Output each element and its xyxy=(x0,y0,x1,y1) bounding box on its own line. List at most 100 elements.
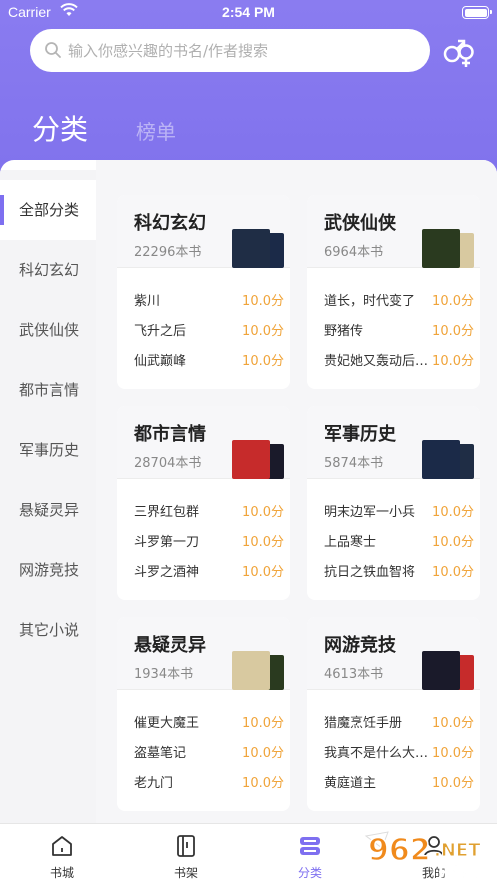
sidebar-item-label: 全部分类 xyxy=(19,201,80,219)
book-title: 三界红包群 xyxy=(134,505,200,520)
sidebar-item-urban[interactable]: 都市言情 xyxy=(0,360,96,420)
category-card[interactable]: 悬疑灵异 1934本书 催更大魔王 10.0分 盗墓笔记 10.0分 老九门 10.0分 xyxy=(117,617,290,811)
category-name: 武侠仙侠 xyxy=(324,213,396,234)
book-title: 斗罗第一刀 xyxy=(134,535,200,550)
book-cover-front xyxy=(232,440,270,479)
tabbar-item-bookstore[interactable]: 书城 xyxy=(22,824,102,883)
book-title: 贵妃她又轰动后宫了 xyxy=(324,354,434,369)
book-score: 10.0分 xyxy=(432,716,474,731)
sidebar-item-label: 网游竞技 xyxy=(19,561,80,579)
category-name: 网游竞技 xyxy=(324,635,396,656)
book-score: 10.0分 xyxy=(242,776,284,791)
book-title: 紫川 xyxy=(134,294,161,309)
site-watermark: 962 .NET 乐游网 xyxy=(360,828,497,883)
sidebar-item-label: 武侠仙侠 xyxy=(19,321,80,339)
book-score: 10.0分 xyxy=(242,294,284,309)
book-title: 野猪传 xyxy=(324,324,364,339)
book-covers xyxy=(422,440,478,479)
book-score: 10.0分 xyxy=(432,505,474,520)
sidebar-item-wuxia[interactable]: 武侠仙侠 xyxy=(0,300,96,360)
book-covers xyxy=(232,229,288,268)
sidebar-item-label: 其它小说 xyxy=(19,621,80,639)
tabbar-label: 分类 xyxy=(297,866,322,880)
book-title: 斗罗之酒神 xyxy=(134,565,200,580)
clock: 2:54 PM xyxy=(222,4,275,20)
book-title: 我真不是什么大魔王 xyxy=(324,746,434,761)
book-row[interactable]: 明末边军一小兵 10.0分 xyxy=(324,494,474,524)
book-title: 黄庭道主 xyxy=(324,776,377,791)
sidebar-item-all[interactable]: 全部分类 xyxy=(0,180,96,240)
book-score: 10.0分 xyxy=(242,565,284,580)
category-card-header: 都市言情 28704本书 xyxy=(117,406,290,479)
book-score: 10.0分 xyxy=(432,565,474,580)
book-title: 盗墓笔记 xyxy=(134,746,187,761)
top-tabs: 分类 榜单 xyxy=(0,100,497,160)
category-card[interactable]: 都市言情 28704本书 三界红包群 10.0分 斗罗第一刀 10.0分 斗罗之酒神 10.0… xyxy=(117,406,290,600)
book-row[interactable]: 野猪传 10.0分 xyxy=(324,313,474,343)
book-row[interactable]: 仙武巅峰 10.0分 xyxy=(134,343,284,373)
book-title: 猎魔烹饪手册 xyxy=(324,716,403,731)
book-score: 10.0分 xyxy=(432,354,474,369)
book-covers xyxy=(422,229,478,268)
search-input[interactable] xyxy=(68,29,418,72)
sidebar-item-label: 悬疑灵异 xyxy=(19,501,80,519)
category-card-header: 武侠仙侠 6964本书 xyxy=(307,195,480,268)
book-row[interactable]: 老九门 10.0分 xyxy=(134,765,284,795)
tab-category[interactable]: 分类 xyxy=(32,108,88,148)
category-card[interactable]: 网游竞技 4613本书 猎魔烹饪手册 10.0分 我真不是什么大魔王 10.0分 黄庭道主 1… xyxy=(307,617,480,811)
category-name: 军事历史 xyxy=(324,424,396,445)
category-name: 科幻玄幻 xyxy=(134,213,206,234)
category-card[interactable]: 军事历史 5874本书 明末边军一小兵 10.0分 上品寒士 10.0分 抗日之铁血智将 10… xyxy=(307,406,480,600)
category-book-count: 6964本书 xyxy=(324,245,384,260)
tabbar-item-category[interactable]: 分类 xyxy=(270,824,350,883)
book-score: 10.0分 xyxy=(432,324,474,339)
book-row[interactable]: 猎魔烹饪手册 10.0分 xyxy=(324,705,474,735)
search-bar[interactable] xyxy=(30,29,430,72)
sidebar-item-military[interactable]: 军事历史 xyxy=(0,420,96,480)
sidebar-item-label: 军事历史 xyxy=(19,441,80,459)
category-card[interactable]: 武侠仙侠 6964本书 道长，时代变了 10.0分 野猪传 10.0分 贵妃她又轰动后宫了 1… xyxy=(307,195,480,389)
tabbar-item-bookshelf[interactable]: 书架 xyxy=(146,824,226,883)
sidebar-item-scifi[interactable]: 科幻玄幻 xyxy=(0,240,96,300)
book-row[interactable]: 飞升之后 10.0分 xyxy=(134,313,284,343)
bookshelf-icon xyxy=(174,834,198,858)
book-cover-front xyxy=(232,651,270,690)
book-score: 10.0分 xyxy=(432,746,474,761)
sidebar-item-gaming[interactable]: 网游竞技 xyxy=(0,540,96,600)
book-score: 10.0分 xyxy=(432,535,474,550)
category-card-header: 科幻玄幻 22296本书 xyxy=(117,195,290,268)
book-cover-front xyxy=(422,440,460,479)
book-row[interactable]: 斗罗第一刀 10.0分 xyxy=(134,524,284,554)
sidebar-item-label: 都市言情 xyxy=(19,381,80,399)
book-row[interactable]: 道长，时代变了 10.0分 xyxy=(324,283,474,313)
search-icon xyxy=(44,41,62,63)
sidebar-item-other[interactable]: 其它小说 xyxy=(0,600,96,660)
status-bar: Carrier 2:54 PM xyxy=(0,0,497,26)
book-score: 10.0分 xyxy=(242,535,284,550)
book-title: 上品寒士 xyxy=(324,535,377,550)
book-row[interactable]: 黄庭道主 10.0分 xyxy=(324,765,474,795)
book-row[interactable]: 三界红包群 10.0分 xyxy=(134,494,284,524)
category-card-header: 悬疑灵异 1934本书 xyxy=(117,617,290,690)
book-row[interactable]: 催更大魔王 10.0分 xyxy=(134,705,284,735)
category-grid: 科幻玄幻 22296本书 紫川 10.0分 飞升之后 10.0分 仙武巅峰 10.0分 武侠仙… xyxy=(96,160,497,823)
book-covers xyxy=(232,651,288,690)
book-title: 明末边军一小兵 xyxy=(324,505,416,520)
category-book-count: 22296本书 xyxy=(134,245,202,260)
book-row[interactable]: 斗罗之酒神 10.0分 xyxy=(134,554,284,584)
book-row[interactable]: 我真不是什么大魔王 10.0分 xyxy=(324,735,474,765)
category-book-count: 5874本书 xyxy=(324,456,384,471)
book-row[interactable]: 上品寒士 10.0分 xyxy=(324,524,474,554)
book-row[interactable]: 贵妃她又轰动后宫了 10.0分 xyxy=(324,343,474,373)
sidebar-item-mystery[interactable]: 悬疑灵异 xyxy=(0,480,96,540)
book-row[interactable]: 抗日之铁血智将 10.0分 xyxy=(324,554,474,584)
watermark-number: 962 xyxy=(368,833,431,868)
book-row[interactable]: 紫川 10.0分 xyxy=(134,283,284,313)
category-card-header: 网游竞技 4613本书 xyxy=(307,617,480,690)
tab-ranking[interactable]: 榜单 xyxy=(136,116,176,145)
category-card[interactable]: 科幻玄幻 22296本书 紫川 10.0分 飞升之后 10.0分 仙武巅峰 10.0分 xyxy=(117,195,290,389)
book-title: 飞升之后 xyxy=(134,324,187,339)
gender-switch-icon[interactable] xyxy=(440,36,480,68)
watermark-subtitle: 乐游网 xyxy=(438,864,483,882)
book-row[interactable]: 盗墓笔记 10.0分 xyxy=(134,735,284,765)
